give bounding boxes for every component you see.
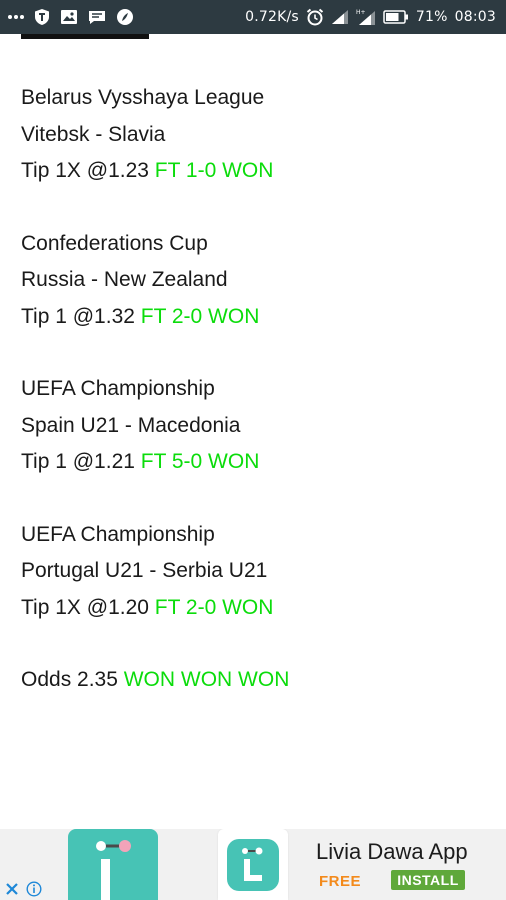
tip-line: Tip 1X @1.20 FT 2-0 WON [21,590,491,627]
notification-icons [8,0,134,34]
message-icon [88,9,106,25]
app-logo-large[interactable] [68,829,158,900]
tip-block: UEFA Championship Spain U21 - Macedonia … [21,371,491,481]
tip-block: Belarus Vysshaya League Vitebsk - Slavia… [21,80,491,190]
league-name: Confederations Cup [21,231,208,255]
battery-icon [383,10,409,24]
ad-close-icon[interactable] [2,879,22,899]
tip-odds: Tip 1 @1.21 [21,450,141,473]
league-name: Belarus Vysshaya League [21,86,265,109]
tip-result: FT 1-0 WON [154,159,274,182]
signal-icon [331,9,349,25]
tip-result: FT 2-0 WON [140,304,260,328]
ad-app-name[interactable]: Livia Dawa App [316,839,468,865]
ad-info-icon[interactable] [24,879,44,899]
shield-app-icon [34,8,50,26]
signal-hplus-icon: H+ [356,8,376,26]
tip-odds: Tip 1X @1.20 [21,595,155,619]
match-name: Spain U21 - Macedonia [21,413,241,437]
tips-list: Belarus Vysshaya League Vitebsk - Slavia… [21,80,491,699]
more-dots-icon [8,14,24,20]
ad-price: FREE [319,873,362,890]
image-icon [60,9,78,25]
network-speed: 0.72K/s [245,9,299,25]
install-button[interactable]: INSTALL [391,870,465,890]
app-logo-icon [96,840,131,900]
tip-block: Confederations Cup Russia - New Zealand … [21,226,491,336]
league-name: UEFA Championship [21,522,215,546]
match-name: Portugal U21 - Serbia U21 [21,559,268,582]
summary-line: Odds 2.35 WON WON WON [21,662,491,699]
clock: 08:03 [454,9,496,25]
tip-odds: Tip 1 @1.32 [21,304,141,328]
app-icon [227,839,279,891]
tip-result: FT 2-0 WON [154,595,274,619]
battery-percent: 71% [415,9,448,25]
alarm-icon [306,8,324,26]
header-bar-edge [21,34,149,39]
match-name: Russia - New Zealand [21,268,228,291]
status-bar: 0.72K/s H+ 71% 08:03 [0,0,506,34]
tip-line: Tip 1 @1.32 FT 2-0 WON [21,299,491,336]
tip-block: UEFA Championship Portugal U21 - Serbia … [21,517,491,627]
tip-odds: Tip 1X @1.23 [21,159,155,182]
match-name: Vitebsk - Slavia [21,122,166,146]
summary-result: WON WON WON [123,668,290,691]
browser-icon [116,8,134,26]
tip-line: Tip 1X @1.23 FT 1-0 WON [21,153,491,190]
ad-banner[interactable]: Livia Dawa App FREE INSTALL [0,829,506,900]
tip-result: FT 5-0 WON [140,450,260,473]
total-odds: Odds 2.35 [21,668,124,691]
app-logo-small-icon [242,847,263,881]
tip-line: Tip 1 @1.21 FT 5-0 WON [21,444,491,481]
app-icon-card[interactable] [218,829,288,900]
svg-text:H+: H+ [356,9,366,16]
system-indicators: 0.72K/s H+ 71% 08:03 [245,0,496,34]
league-name: UEFA Championship [21,377,215,400]
